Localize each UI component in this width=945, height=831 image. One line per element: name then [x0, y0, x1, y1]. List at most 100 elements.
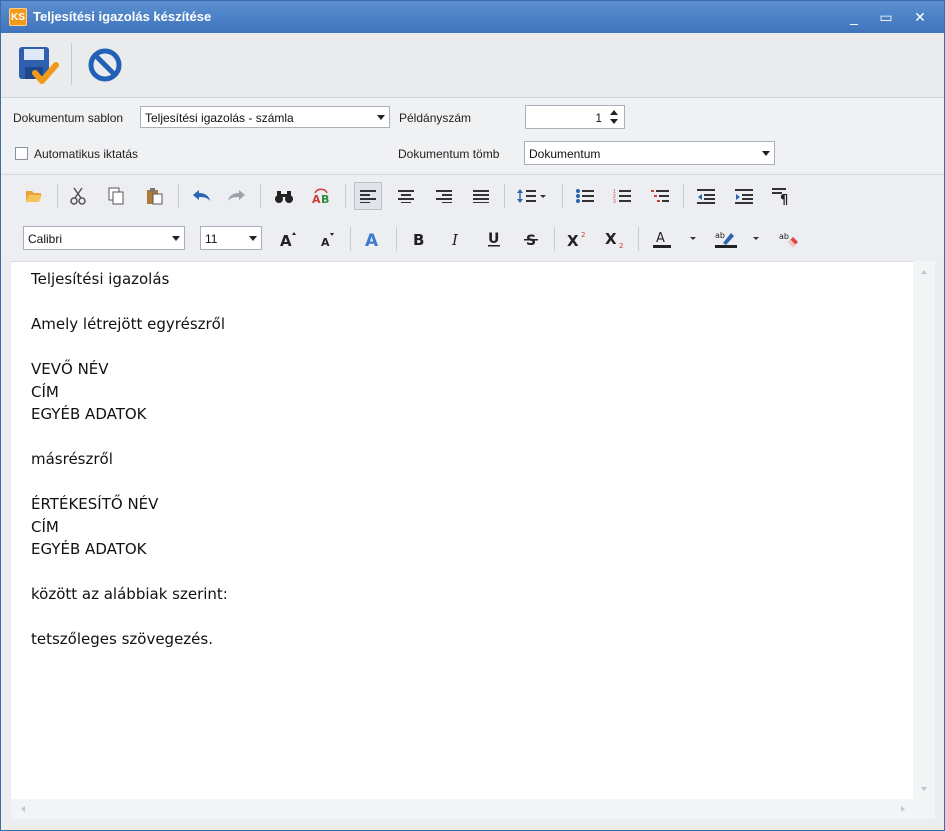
document-line[interactable] [31, 336, 228, 359]
toolbar-separator [396, 227, 397, 251]
text-effects-button[interactable]: A [359, 226, 385, 252]
italic-button[interactable]: I [443, 226, 469, 252]
scissors-icon [70, 187, 86, 205]
superscript-button[interactable]: X2 [564, 226, 590, 252]
align-left-button[interactable] [354, 182, 382, 210]
grow-font-button[interactable]: A [275, 226, 301, 252]
line-spacing-button[interactable] [514, 183, 550, 209]
svg-text:B: B [413, 231, 424, 248]
clear-formatting-icon: ab [779, 232, 798, 247]
shrink-font-button[interactable]: A [314, 226, 340, 252]
document-line[interactable] [31, 606, 228, 629]
font-color-button[interactable]: A [648, 226, 700, 252]
cancel-icon [88, 48, 122, 82]
toolbar-separator [504, 184, 505, 208]
decrease-indent-button[interactable] [693, 183, 719, 209]
spin-down-icon[interactable] [610, 119, 618, 124]
subscript-button[interactable]: X2 [602, 226, 628, 252]
strikethrough-button[interactable]: S [518, 226, 544, 252]
numbered-list-button[interactable]: 123 [609, 183, 635, 209]
close-button[interactable]: ✕ [908, 7, 932, 27]
document-line[interactable]: ÉRTÉKESÍTŐ NÉV [31, 493, 228, 516]
toolbar-separator [71, 43, 72, 85]
undo-icon [193, 190, 210, 201]
spin-up-icon[interactable] [610, 110, 618, 115]
find-button[interactable] [271, 183, 297, 209]
document-line[interactable]: Amely létrejött egyrészről [31, 313, 228, 336]
toolbar-separator [178, 184, 179, 208]
font-size-select[interactable]: 11 [200, 226, 262, 250]
copies-value: 1 [595, 111, 602, 125]
document-line[interactable]: között az alábbiak szerint: [31, 583, 228, 606]
grow-font-icon: A [280, 232, 296, 248]
save-button[interactable] [13, 41, 61, 89]
title-bar[interactable]: KS Teljesítési igazolás készítése _ ▭ ✕ [1, 1, 944, 33]
scroll-down-icon[interactable] [913, 781, 935, 797]
document-body[interactable]: Teljesítési igazolás Amely létrejött egyr… [31, 268, 228, 651]
horizontal-scrollbar[interactable] [11, 799, 935, 819]
document-line[interactable]: VEVŐ NÉV [31, 358, 228, 381]
doc-block-value: Dokumentum [529, 147, 601, 161]
align-center-button[interactable] [393, 183, 419, 209]
multilevel-list-button[interactable] [647, 183, 673, 209]
cancel-button[interactable] [81, 41, 129, 89]
template-select[interactable]: Teljesítési igazolás - számla [140, 106, 390, 128]
copies-label: Példányszám [399, 111, 472, 125]
document-line[interactable] [31, 426, 228, 449]
underline-button[interactable]: U [481, 226, 507, 252]
scroll-left-icon[interactable] [15, 799, 31, 819]
cut-button[interactable] [65, 183, 91, 209]
document-line[interactable] [31, 291, 228, 314]
bullet-list-button[interactable] [572, 183, 598, 209]
document-line[interactable]: EGYÉB ADATOK [31, 403, 228, 426]
redo-button[interactable] [224, 183, 250, 209]
undo-button[interactable] [188, 183, 214, 209]
paste-button[interactable] [141, 183, 167, 209]
align-left-icon [360, 190, 376, 203]
bold-button[interactable]: B [406, 226, 432, 252]
copy-button[interactable] [103, 183, 129, 209]
svg-text:I: I [451, 231, 459, 248]
subscript-icon: X2 [605, 230, 623, 248]
document-line[interactable]: tetszőleges szövegezés. [31, 628, 228, 651]
save-check-icon [19, 47, 59, 84]
scroll-up-icon[interactable] [913, 263, 935, 279]
svg-text:B: B [321, 193, 329, 205]
svg-text:A: A [321, 236, 330, 248]
justify-button[interactable] [468, 183, 494, 209]
bold-icon: B [413, 231, 424, 248]
maximize-button[interactable]: ▭ [874, 7, 898, 27]
align-right-icon [436, 190, 452, 203]
pilcrow-icon: ¶ [772, 188, 788, 205]
vertical-scrollbar[interactable] [913, 261, 935, 799]
align-right-button[interactable] [431, 183, 457, 209]
auto-filing-label: Automatikus iktatás [34, 147, 139, 161]
document-line[interactable]: CÍM [31, 516, 228, 539]
scroll-right-icon[interactable] [895, 799, 911, 819]
document-editor[interactable]: Teljesítési igazolás Amely létrejött egyr… [11, 261, 913, 800]
template-label: Dokumentum sablon [13, 111, 124, 125]
show-formatting-button[interactable]: ¶ [769, 183, 795, 209]
replace-button[interactable]: AB [308, 183, 334, 209]
document-line[interactable]: EGYÉB ADATOK [31, 538, 228, 561]
open-file-button[interactable] [21, 183, 47, 209]
font-color-icon: A [653, 231, 696, 248]
doc-block-select[interactable]: Dokumentum [524, 141, 775, 165]
svg-text:X: X [605, 230, 617, 248]
auto-filing-checkbox[interactable] [15, 147, 28, 160]
document-line[interactable]: Teljesítési igazolás [31, 268, 228, 291]
toolbar-separator [554, 227, 555, 251]
document-line[interactable] [31, 471, 228, 494]
document-line[interactable]: másrészről [31, 448, 228, 471]
copies-stepper[interactable]: 1 [525, 105, 625, 129]
chevron-down-icon [762, 151, 770, 156]
clear-formatting-button[interactable]: ab [776, 226, 802, 252]
document-line[interactable]: CÍM [31, 381, 228, 404]
document-line[interactable] [31, 561, 228, 584]
increase-indent-button[interactable] [731, 183, 757, 209]
svg-text:¶: ¶ [780, 193, 788, 205]
justify-icon [473, 190, 489, 203]
font-name-select[interactable]: Calibri [23, 226, 185, 250]
highlight-color-button[interactable]: ab [712, 226, 764, 252]
minimize-button[interactable]: _ [842, 7, 866, 27]
